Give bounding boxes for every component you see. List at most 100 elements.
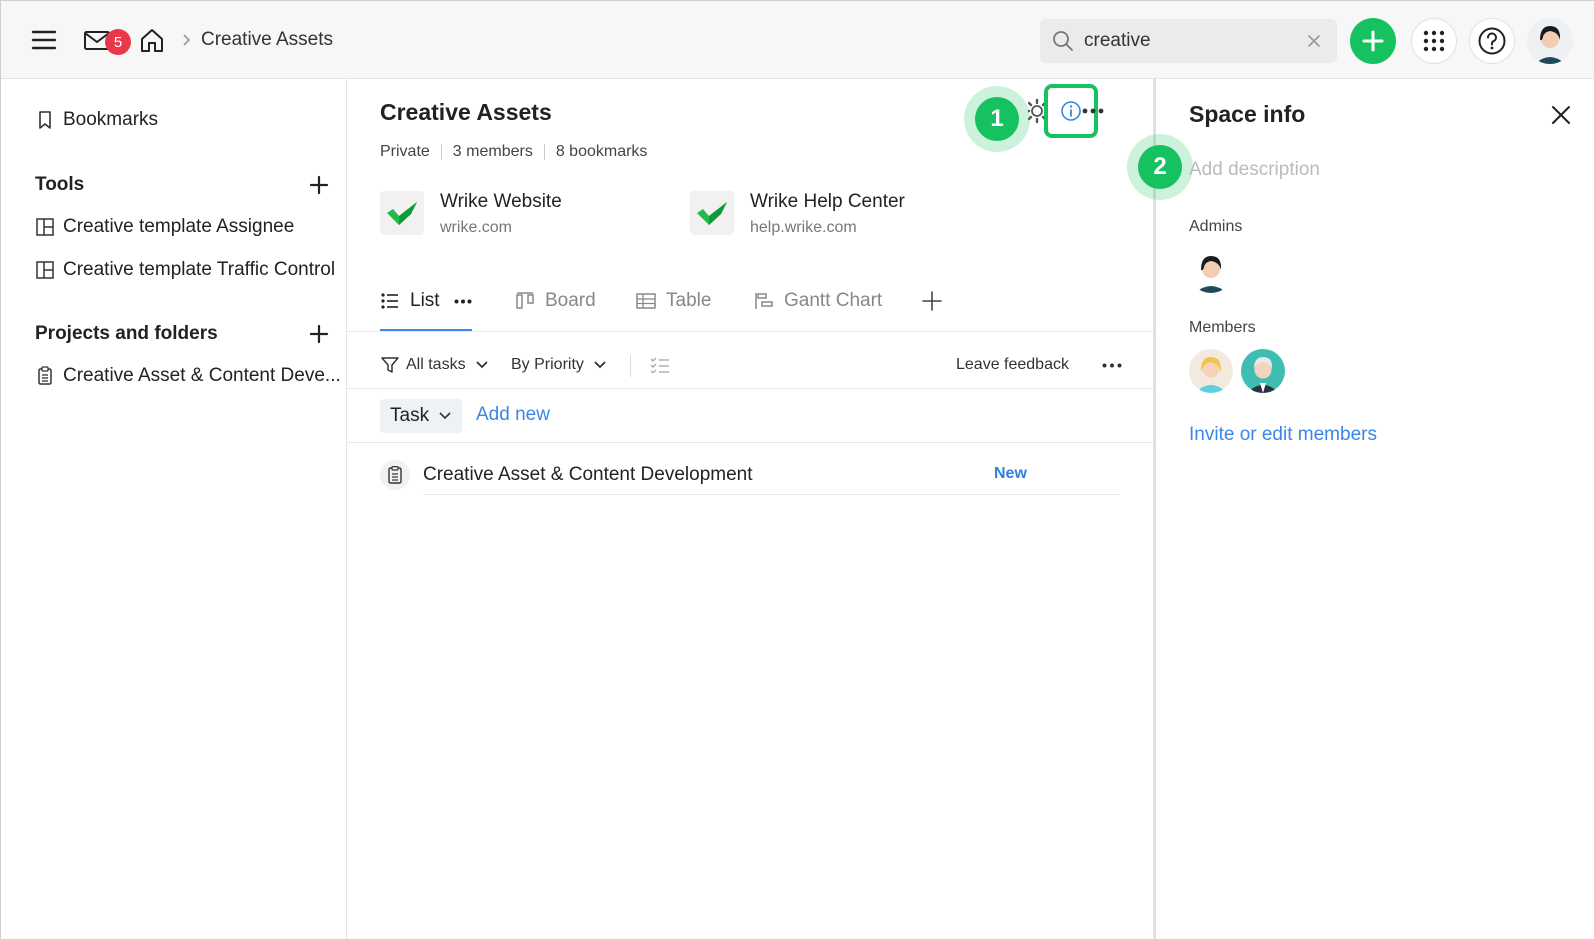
home-icon[interactable]	[135, 23, 169, 57]
members-label: Members	[1189, 319, 1256, 336]
step-number: 1	[975, 97, 1019, 141]
search-box	[1040, 19, 1337, 63]
chevron-down-icon	[590, 355, 610, 375]
sort-label: By Priority	[511, 356, 584, 373]
bookmark-card[interactable]: Wrike Website wrike.com	[380, 191, 562, 237]
divider	[543, 144, 545, 160]
close-icon[interactable]	[1547, 101, 1575, 129]
breadcrumb[interactable]: Creative Assets	[201, 29, 333, 51]
members-count[interactable]: 3 members	[453, 143, 533, 161]
more-options-button[interactable]	[1078, 99, 1108, 123]
list-icon	[380, 291, 400, 311]
add-project-button[interactable]	[307, 322, 331, 346]
help-button[interactable]	[1469, 18, 1515, 64]
list-toolbar: All tasks By Priority Leave feedback	[380, 341, 1122, 389]
search-input[interactable]	[1084, 25, 1294, 57]
filter-dropdown[interactable]: All tasks	[380, 341, 492, 389]
step-callout-1: 1	[964, 86, 1030, 152]
admins-label: Admins	[1189, 218, 1243, 235]
step-callout-2: 2	[1127, 134, 1193, 200]
tab-label: Board	[545, 290, 596, 311]
bookmark-url: wrike.com	[440, 219, 513, 236]
space-meta: Private 3 members 8 bookmarks	[380, 143, 647, 161]
status-badge[interactable]: New	[994, 465, 1027, 483]
project-icon	[35, 366, 55, 386]
add-tool-button[interactable]	[307, 173, 331, 197]
more-icon	[1082, 108, 1104, 114]
create-button[interactable]	[1350, 18, 1396, 64]
divider	[440, 144, 442, 160]
panel-title: Space info	[1189, 101, 1306, 127]
wrike-logo	[690, 191, 734, 235]
app-window: 5 Creative Assets creative Bookmarks Too…	[0, 0, 1594, 939]
plus-icon	[309, 324, 329, 344]
add-new-link[interactable]: Add new	[476, 404, 550, 426]
divider	[347, 388, 1153, 389]
sort-dropdown[interactable]: By Priority	[511, 341, 610, 389]
chevron-down-icon	[439, 412, 451, 420]
filter-label: All tasks	[406, 356, 466, 373]
apps-button[interactable]	[1411, 18, 1457, 64]
bookmarks-count[interactable]: 8 bookmarks	[556, 143, 648, 161]
bookmark-url: help.wrike.com	[750, 219, 857, 236]
description-field[interactable]: Add description	[1189, 159, 1320, 181]
avatar[interactable]	[1189, 249, 1233, 293]
invite-members-link[interactable]: Invite or edit members	[1189, 424, 1377, 446]
sidebar-item-project[interactable]: Creative Asset & Content Deve...	[35, 365, 341, 387]
task-type-label: Task	[390, 405, 430, 426]
more-icon	[1102, 363, 1122, 367]
user-avatar[interactable]	[1527, 18, 1573, 64]
menu-icon[interactable]	[27, 23, 61, 57]
sidebar-item-bookmarks[interactable]: Bookmarks	[35, 109, 158, 131]
checklist-icon	[650, 355, 670, 375]
tab-list[interactable]: List	[380, 274, 472, 328]
tools-heading: Tools	[35, 174, 85, 195]
view-tabs: List Board Table Gantt Chart	[380, 274, 1120, 330]
sidebar-item-tool[interactable]: Creative template Assignee	[35, 216, 294, 238]
page-title: Creative Assets	[380, 99, 552, 125]
project-icon	[380, 460, 410, 490]
tab-board[interactable]: Board	[515, 274, 596, 328]
avatar[interactable]	[1189, 349, 1233, 393]
sidebar-item-tool[interactable]: Creative template Traffic Control	[35, 259, 335, 281]
subtasks-toggle[interactable]	[650, 341, 670, 389]
tab-gantt-chart[interactable]: Gantt Chart	[754, 274, 882, 328]
bookmark-title: Wrike Website	[440, 191, 562, 212]
wrike-logo	[380, 191, 424, 235]
tab-label: List	[410, 290, 440, 311]
board-icon	[515, 291, 535, 311]
tab-table[interactable]: Table	[636, 274, 711, 328]
dashboard-icon	[35, 260, 55, 280]
add-view-button[interactable]	[922, 274, 942, 328]
table-icon	[636, 291, 656, 311]
top-bar: 5 Creative Assets	[1, 1, 1594, 79]
main-content: Creative Assets Private 3 members 8 book…	[347, 79, 1153, 939]
sidebar-item-label: Creative template Traffic Control	[63, 259, 336, 280]
chevron-down-icon	[472, 355, 492, 375]
bookmark-card[interactable]: Wrike Help Center help.wrike.com	[690, 191, 905, 237]
sidebar: Bookmarks Tools Creative template Assign…	[1, 79, 347, 939]
gantt-icon	[754, 291, 774, 311]
table-row[interactable]: Creative Asset & Content Development New	[380, 454, 1120, 498]
dashboard-icon	[35, 217, 55, 237]
notification-badge: 5	[105, 29, 131, 55]
clear-icon[interactable]	[1302, 29, 1326, 53]
more-options-button[interactable]	[1102, 341, 1122, 389]
bookmark-title: Wrike Help Center	[750, 191, 905, 212]
avatar[interactable]	[1241, 349, 1285, 393]
sidebar-item-label: Creative Asset & Content Deve...	[63, 365, 341, 386]
plus-icon	[309, 175, 329, 195]
search-icon	[1052, 30, 1074, 52]
filter-icon	[380, 355, 400, 375]
divider	[630, 355, 631, 377]
inbox-button[interactable]: 5	[81, 21, 131, 61]
projects-heading: Projects and folders	[35, 323, 218, 344]
divider	[423, 494, 1120, 495]
divider	[347, 331, 1153, 332]
task-type-dropdown[interactable]: Task	[380, 399, 462, 433]
plus-icon	[1362, 30, 1384, 52]
grid-icon	[1423, 30, 1445, 52]
leave-feedback-button[interactable]: Leave feedback	[956, 341, 1069, 389]
row-title[interactable]: Creative Asset & Content Development	[423, 464, 753, 486]
more-icon[interactable]	[454, 299, 472, 304]
